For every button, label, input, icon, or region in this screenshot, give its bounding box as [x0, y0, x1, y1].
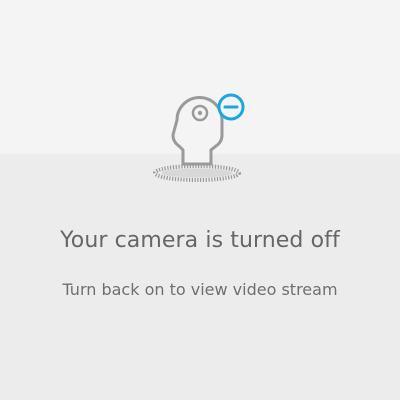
camera-off-screen: Your camera is turned off Turn back on t… — [0, 0, 400, 400]
camera-off-subtitle: Turn back on to view video stream — [62, 280, 338, 299]
camera-off-title: Your camera is turned off — [60, 228, 340, 253]
bottom-background — [0, 154, 400, 400]
camera-off-icon — [153, 93, 245, 182]
